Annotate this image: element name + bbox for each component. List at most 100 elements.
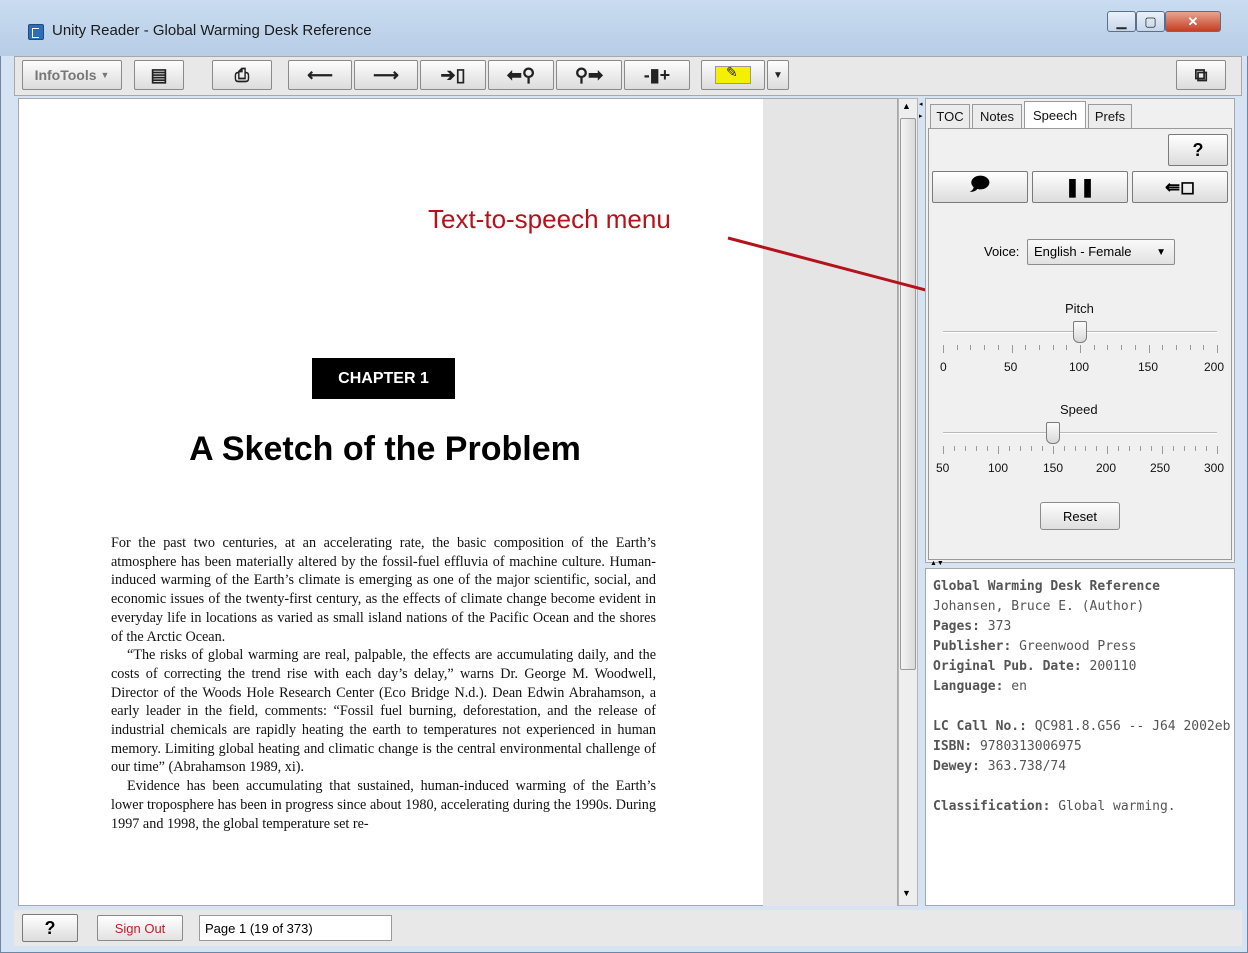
slider-tick: [1203, 345, 1205, 350]
close-icon: ✕: [1187, 14, 1199, 29]
scroll-down-icon[interactable]: ▼: [902, 888, 911, 898]
pause-button[interactable]: ❚❚: [1032, 171, 1128, 203]
splitter-icon[interactable]: ▲▼: [930, 560, 944, 567]
slider-tick: [1206, 446, 1208, 451]
isbn-row: ISBN: 9780313006975: [933, 739, 1082, 754]
highlight-button[interactable]: ✎: [701, 60, 765, 90]
window-title: Unity Reader - Global Warming Desk Refer…: [52, 22, 372, 39]
next-page-button[interactable]: ⟶: [354, 60, 418, 90]
collapse-right-icon[interactable]: ▸: [919, 112, 923, 120]
pitch-tick-label: 0: [940, 360, 947, 374]
clipboard-button[interactable]: ▤: [134, 60, 184, 90]
slider-tick: [964, 446, 966, 451]
tab-notes[interactable]: Notes: [972, 104, 1022, 128]
slider-tick: [1107, 446, 1109, 454]
bookmark-add-button[interactable]: -▮+: [624, 60, 690, 90]
slider-tick: [1096, 446, 1098, 451]
slider-tick: [1148, 345, 1150, 353]
slider-tick: [975, 446, 977, 451]
speed-slider-thumb[interactable]: [1045, 422, 1060, 444]
pitch-slider-thumb[interactable]: [1073, 321, 1087, 343]
slider-tick: [970, 345, 972, 350]
slider-tick: [1175, 345, 1177, 350]
slider-tick: [997, 345, 999, 350]
previous-page-button[interactable]: ⟵: [288, 60, 352, 90]
slider-tick: [984, 345, 986, 350]
scrollbar-thumb[interactable]: [900, 118, 916, 670]
sign-out-button[interactable]: Sign Out: [97, 915, 183, 941]
paragraph: “The risks of global warming are real, p…: [111, 647, 656, 776]
fullscreen-button[interactable]: ⧉: [1176, 60, 1226, 90]
slider-tick: [956, 345, 958, 350]
search-back-button[interactable]: ⬅⚲: [488, 60, 554, 90]
help-button[interactable]: ?: [22, 914, 78, 942]
minimize-button[interactable]: ▁: [1107, 11, 1136, 32]
bookmark-add-icon: -▮+: [643, 65, 671, 85]
paragraph: Evidence has been accumulating that sust…: [111, 778, 656, 832]
search-forward-button[interactable]: ⚲➡: [556, 60, 622, 90]
slider-tick: [1030, 446, 1032, 451]
tab-toc[interactable]: TOC: [930, 104, 970, 128]
callout-label: Text-to-speech menu: [428, 204, 671, 234]
speak-button[interactable]: 🗩: [932, 171, 1028, 203]
arrow-left-icon: ⟵: [307, 65, 333, 85]
goto-page-button[interactable]: ➔▯: [420, 60, 486, 90]
slider-tick: [986, 446, 988, 451]
slider-tick: [1134, 345, 1136, 350]
slider-tick: [943, 345, 944, 353]
page-indicator[interactable]: Page 1 (19 of 373): [199, 915, 392, 941]
highlight-dropdown-button[interactable]: ▼: [767, 60, 789, 90]
speed-track[interactable]: [943, 432, 1217, 434]
print-button[interactable]: ⎙: [212, 60, 272, 90]
voice-value: English - Female: [1034, 244, 1132, 259]
search-back-icon: ⬅⚲: [506, 65, 536, 85]
publisher-row: Publisher: Greenwood Press: [933, 639, 1137, 654]
tab-prefs[interactable]: Prefs: [1088, 104, 1132, 128]
slider-tick: [1162, 345, 1164, 350]
speed-ticks: [943, 446, 1218, 456]
speed-tick-label: 200: [1096, 461, 1117, 475]
tab-speech[interactable]: Speech: [1024, 101, 1086, 128]
stop-speech-button[interactable]: ⇚◻: [1132, 171, 1228, 203]
slider-tick: [1189, 345, 1191, 350]
slider-tick: [1121, 345, 1123, 350]
slider-tick: [1025, 345, 1027, 350]
infotools-menu-button[interactable]: InfoTools ▼: [22, 60, 122, 90]
close-button[interactable]: ✕: [1165, 11, 1221, 32]
slider-tick: [1008, 446, 1010, 451]
slider-tick: [1093, 345, 1095, 350]
pause-icon: ❚❚: [1064, 176, 1096, 197]
highlight-icon: ✎: [715, 64, 751, 84]
speech-help-button[interactable]: ?: [1168, 134, 1228, 166]
slider-tick: [1052, 446, 1054, 454]
slider-tick: [1162, 446, 1164, 454]
paragraph: For the past two centuries, at an accele…: [111, 535, 656, 645]
pitch-tick-label: 150: [1138, 360, 1159, 374]
pubdate-row: Original Pub. Date: 200110: [933, 659, 1137, 674]
speed-tick-label: 300: [1204, 461, 1225, 475]
chapter-badge: CHAPTER 1: [312, 358, 455, 399]
print-icon: ⎙: [234, 65, 250, 85]
clipboard-icon: ▤: [150, 65, 168, 85]
body-text: For the past two centuries, at an accele…: [111, 534, 656, 833]
slider-tick: [1063, 446, 1065, 451]
arrow-right-icon: ⟶: [373, 65, 399, 85]
infotools-label: InfoTools: [34, 67, 97, 83]
maximize-button[interactable]: ▢: [1136, 11, 1165, 32]
slider-tick: [1118, 446, 1120, 451]
slider-tick: [1217, 446, 1218, 454]
slider-tick: [1038, 345, 1040, 350]
pitch-tick-label: 100: [1069, 360, 1090, 374]
collapse-left-icon[interactable]: ◂: [919, 100, 923, 108]
slider-tick: [1041, 446, 1043, 451]
chevron-down-icon: ▼: [1156, 247, 1166, 258]
slider-tick: [1195, 446, 1197, 451]
reset-button[interactable]: Reset: [1040, 502, 1120, 530]
voice-select[interactable]: English - Female ▼: [1027, 239, 1175, 265]
speech-bubble-icon: 🗩: [970, 174, 990, 194]
pitch-label: Pitch: [1065, 301, 1094, 316]
lc-row: LC Call No.: QC981.8.G56 -- J64 2002eb: [933, 719, 1231, 734]
slider-tick: [1080, 345, 1081, 353]
search-forward-icon: ⚲➡: [574, 65, 604, 85]
scroll-up-icon[interactable]: ▲: [902, 101, 911, 111]
